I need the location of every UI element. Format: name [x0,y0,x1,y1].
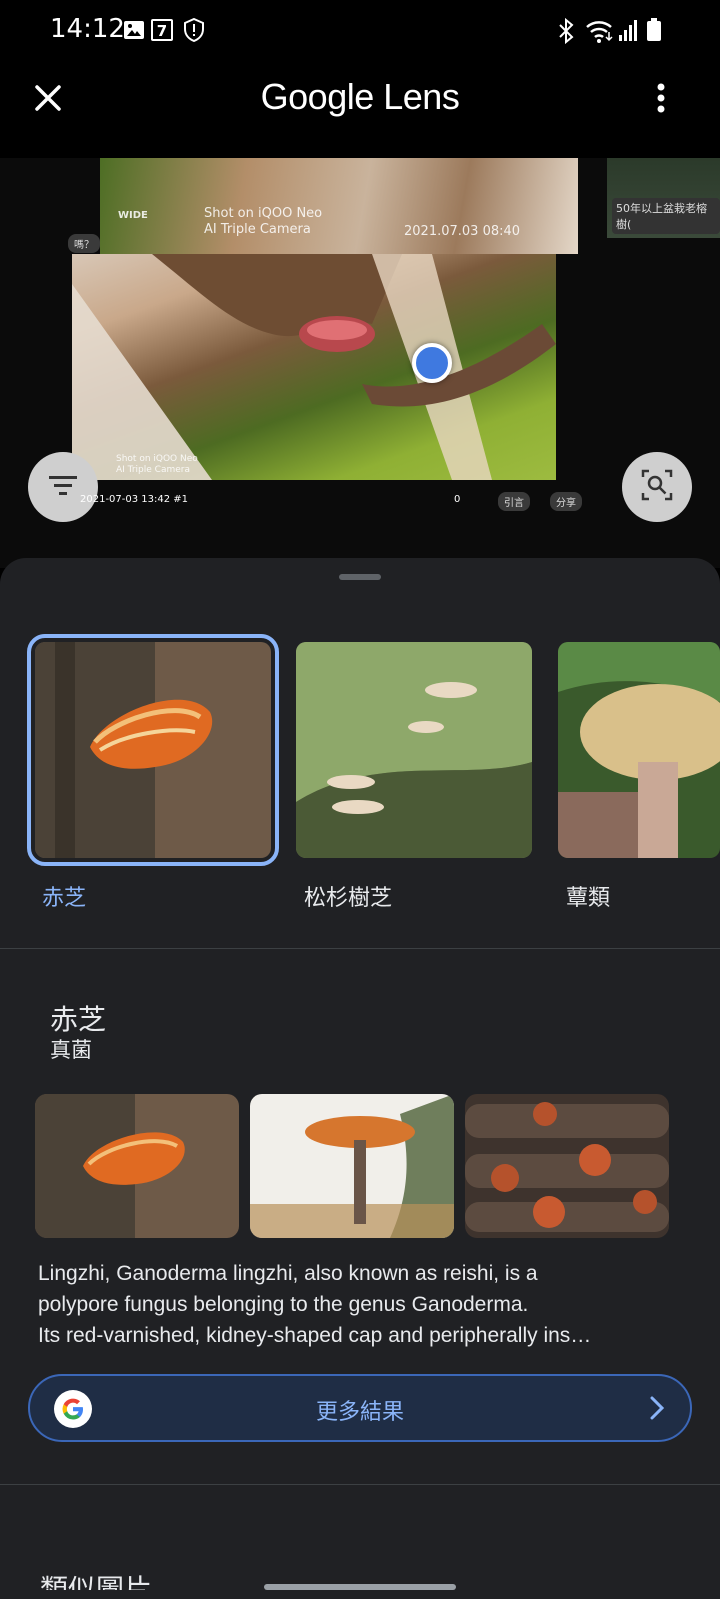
app-title: Google Lens [0,76,720,118]
captured-image[interactable]: WIDE Shot on iQOO Neo AI Triple Camera 2… [0,158,720,568]
filter-button[interactable] [28,452,98,522]
image-icon [122,18,146,44]
share-label: 分享 [550,492,582,511]
result-thumbnail[interactable] [465,1094,669,1238]
status-time: 14:12 [50,14,125,44]
section-divider [0,1484,720,1485]
match-card-image[interactable] [296,642,532,858]
result-thumbnail[interactable] [35,1094,239,1238]
description-line: Its red-varnished, kidney-shaped cap and… [38,1324,592,1347]
overlay-shot-line1: Shot on iQOO Neo [204,206,323,221]
signal-icon [618,18,638,44]
like-count: 0 [454,494,461,505]
sheet-grabber[interactable] [339,574,381,580]
search-region-button[interactable] [622,452,692,522]
selection-dot[interactable] [412,343,452,383]
result-subtitle: 真菌 [50,1038,92,1062]
app-bar: Google Lens [0,62,720,158]
shield-alert-icon [183,17,205,44]
photo-main: Shot on iQOO Neo AI Triple Camera [72,254,556,480]
more-results-label: 更多結果 [315,1400,404,1425]
seven-eleven-icon: 7 [150,18,174,44]
question-tag: 嗎？ [68,234,100,253]
result-thumbnail[interactable] [250,1094,454,1238]
battery-icon [646,18,662,44]
status-bar: 14:12 7 [0,0,720,62]
match-label[interactable]: 赤芝 [42,880,86,912]
image-search-icon [640,468,674,506]
match-card-image[interactable] [27,634,279,866]
description-line: Lingzhi, Ganoderma lingzhi, also known a… [38,1262,538,1285]
app-title-brand: Google [260,76,375,117]
more-results-button[interactable]: 更多結果 [28,1374,692,1442]
photo-top: WIDE Shot on iQOO Neo AI Triple Camera 2… [100,158,578,254]
bluetooth-icon [556,17,576,45]
similar-images-heading: 類似圖片 [40,1573,153,1590]
post-date: 2021-07-03 13:42 #1 [80,494,189,505]
result-description: Lingzhi, Ganoderma lingzhi, also known a… [38,1258,688,1351]
match-card-image[interactable] [558,642,720,858]
results-sheet[interactable]: 赤芝 松杉樹芝 蕈類 赤芝 真菌 Lingzhi, Ganoderma ling… [0,558,720,1599]
match-label[interactable]: 松杉樹芝 [304,880,392,912]
inner-shot-line2: AI Triple Camera [116,465,190,475]
match-carousel[interactable]: 赤芝 松杉樹芝 蕈類 [0,634,720,911]
overlay-date-top: 2021.07.03 08:40 [404,224,521,239]
svg-text:7: 7 [157,22,167,40]
match-label[interactable]: 蕈類 [566,880,610,912]
gesture-nav-bar[interactable] [264,1584,456,1590]
section-divider [0,948,720,949]
filter-icon [47,473,79,501]
chevron-right-icon [648,1394,666,1426]
overlay-shot-line2: AI Triple Camera [204,222,311,237]
wifi-icon [585,18,615,44]
side-caption: 50年以上盆栽老榕樹( [612,198,720,234]
quote-label: 引言 [498,492,530,511]
description-line: polypore fungus belonging to the genus G… [38,1293,529,1316]
result-title: 赤芝 [50,1003,107,1036]
overlay-wide-label: WIDE [118,210,148,221]
app-title-product: Lens [383,76,460,117]
more-vert-icon[interactable] [655,82,667,118]
inner-shot-line1: Shot on iQOO Neo [116,454,198,464]
